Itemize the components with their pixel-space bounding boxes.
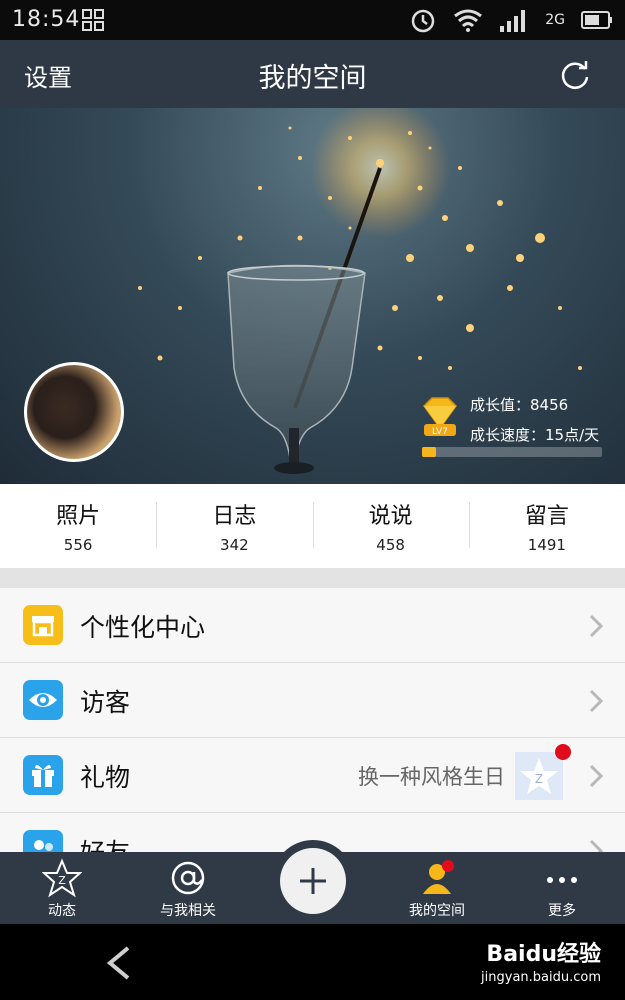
app-header: 设置 我的空间	[0, 40, 625, 108]
menu-item-visitors[interactable]: 访客	[0, 663, 625, 738]
stat-blogs[interactable]: 日志 342	[156, 484, 312, 568]
menu-item-label: 个性化中心	[80, 613, 206, 642]
menu-item-label: 访客	[80, 688, 131, 717]
plus-icon	[300, 868, 326, 894]
svg-text:Z: Z	[535, 772, 543, 786]
chevron-right-icon	[589, 839, 603, 852]
baidu-watermark: Baidu经验 jingyan.baidu.com	[481, 936, 601, 985]
stat-moods[interactable]: 说说 458	[312, 484, 469, 568]
eye-icon	[23, 680, 63, 720]
tab-mentions[interactable]: 与我相关	[140, 852, 236, 924]
stat-label: 日志	[212, 504, 257, 529]
menu-list: 个性化中心 访客 礼物 换一种风格生日 Z 好友	[0, 588, 625, 852]
stat-label: 留言	[524, 504, 569, 529]
menu-item-label: 礼物	[80, 763, 131, 792]
avatar[interactable]	[24, 362, 124, 462]
signal-icon	[500, 10, 526, 32]
friends-icon	[23, 830, 63, 852]
grid-icon	[82, 9, 104, 31]
stat-count: 458	[376, 536, 405, 554]
watermark-url: jingyan.baidu.com	[481, 970, 601, 985]
section-divider	[0, 568, 625, 588]
menu-item-gifts[interactable]: 礼物 换一种风格生日 Z	[0, 738, 625, 813]
stat-photos[interactable]: 照片 556	[0, 484, 156, 568]
stat-messages[interactable]: 留言 1491	[468, 484, 625, 568]
chevron-right-icon	[589, 614, 603, 638]
back-icon[interactable]	[106, 946, 132, 980]
watermark-brand: Baidu经验	[486, 942, 601, 967]
menu-item-personalization[interactable]: 个性化中心	[0, 588, 625, 663]
stat-count: 342	[220, 536, 249, 554]
star-z-icon: Z	[42, 858, 82, 898]
growth-speed: 成长速度：15点/天	[470, 426, 600, 444]
tab-my-space[interactable]: 我的空间	[392, 852, 482, 924]
gift-promo-text: 换一种风格生日	[358, 765, 505, 789]
shop-icon	[23, 605, 63, 645]
tab-label: 更多	[548, 903, 576, 919]
network-type: 2G	[545, 12, 565, 28]
page-title: 我的空间	[258, 63, 367, 94]
stat-label: 照片	[56, 504, 101, 529]
growth-progress-fill	[422, 447, 437, 457]
level-badge-label: LV7	[432, 427, 448, 437]
svg-text:Z: Z	[58, 874, 66, 887]
menu-item-label: 好友	[80, 833, 130, 852]
growth-value: 成长值：8456	[470, 396, 569, 414]
stat-count: 1491	[527, 536, 566, 554]
chevron-right-icon	[589, 689, 603, 713]
notification-dot	[555, 744, 571, 760]
tab-label: 我的空间	[409, 903, 465, 919]
more-dots-icon	[547, 877, 577, 883]
level-diamond-icon: LV7	[423, 397, 457, 437]
stats-row: 照片 556 日志 342 说说 458 留言 1491	[0, 484, 625, 568]
tab-label: 与我相关	[160, 903, 216, 919]
tab-label: 动态	[48, 903, 76, 919]
gift-icon	[23, 755, 63, 795]
publish-button[interactable]	[280, 848, 346, 914]
tab-more[interactable]: 更多	[522, 852, 602, 924]
user-icon	[423, 860, 454, 894]
refresh-icon[interactable]	[559, 59, 591, 91]
battery-icon	[581, 11, 612, 29]
status-bar: 18:54 2G	[0, 0, 625, 40]
stat-label: 说说	[368, 504, 413, 529]
chevron-right-icon	[589, 764, 603, 788]
alarm-icon	[411, 9, 435, 33]
stat-count: 556	[63, 536, 93, 554]
qzone-star-icon: Z	[515, 752, 563, 800]
growth-progress-bar	[422, 447, 602, 457]
wifi-icon	[454, 9, 483, 32]
tab-feed[interactable]: Z 动态	[22, 852, 102, 924]
at-icon	[171, 861, 205, 895]
growth-info[interactable]: LV7 成长值：8456 成长速度：15点/天	[418, 390, 608, 462]
status-time: 18:54	[12, 7, 81, 32]
